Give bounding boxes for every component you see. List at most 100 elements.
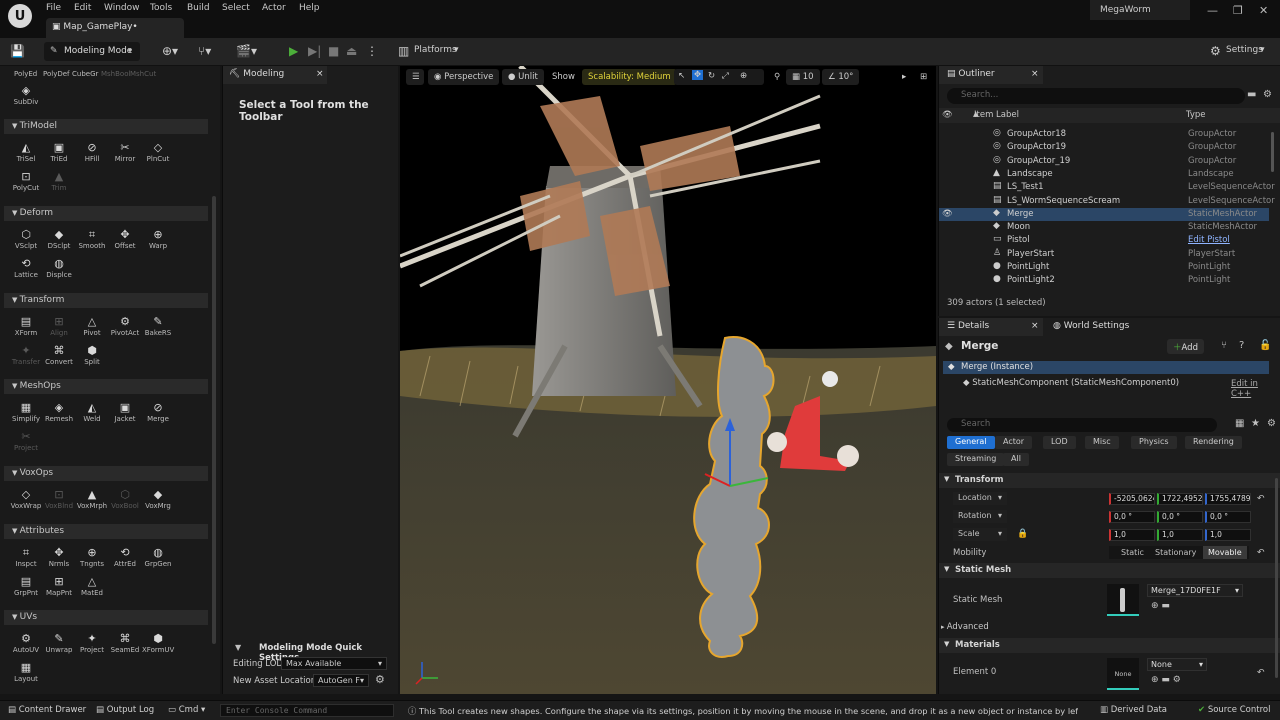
filter-general[interactable]: General bbox=[947, 436, 995, 449]
add-actor-icon[interactable]: ⊕▾ bbox=[162, 44, 178, 58]
scale-dropdown[interactable]: Scale ▾ bbox=[953, 528, 1007, 541]
mode-selector[interactable]: ✎ Modeling Mode ▾ bbox=[44, 42, 140, 61]
rotation-x-field[interactable]: 0,0 ° bbox=[1109, 511, 1155, 523]
menu-tools[interactable]: Tools bbox=[150, 3, 172, 15]
tool-button[interactable]: ⌘ Convert bbox=[43, 344, 75, 366]
chevron-right-icon[interactable]: ▸ bbox=[896, 69, 912, 85]
tab-outliner[interactable]: ▤ Outliner × bbox=[939, 66, 1043, 84]
category-deform[interactable]: ▼ Deform bbox=[4, 206, 208, 221]
asset-location-select[interactable]: AutoGen F ▾ bbox=[313, 674, 369, 687]
category-attributes[interactable]: ▼ Attributes bbox=[4, 524, 208, 539]
outliner-row[interactable]: 👁 ◆ Merge StaticMeshActor bbox=[939, 207, 1269, 221]
show-button[interactable]: Show bbox=[546, 69, 581, 85]
cmd-dropdown[interactable]: ▭ Cmd ▾ bbox=[168, 705, 205, 715]
tool-button[interactable]: CubeGr bbox=[72, 70, 98, 78]
category-transform[interactable]: ▼ Transform bbox=[4, 293, 208, 308]
settings-button[interactable]: Settings bbox=[1226, 45, 1263, 55]
menu-build[interactable]: Build bbox=[187, 3, 210, 15]
stop-icon[interactable]: ■ bbox=[328, 44, 339, 58]
column-type[interactable]: Type bbox=[1186, 110, 1206, 120]
tool-button[interactable]: ⚙ AutoUV bbox=[10, 632, 42, 654]
tool-button[interactable]: ▲ VoxMrph bbox=[76, 488, 108, 510]
reset-icon[interactable]: ↶ bbox=[1257, 548, 1265, 558]
surface-snap-icon[interactable]: ⚲ bbox=[768, 69, 786, 85]
console-input[interactable]: Enter Console Command bbox=[220, 704, 394, 717]
outliner-row[interactable]: ♙ PlayerStart PlayerStart bbox=[939, 248, 1269, 261]
tool-button[interactable]: ⊕ Warp bbox=[142, 228, 174, 250]
tool-button[interactable]: ⬢ Split bbox=[76, 344, 108, 366]
more-options-icon[interactable]: ⋮ bbox=[366, 44, 378, 58]
filter-misc[interactable]: Misc bbox=[1085, 436, 1119, 449]
outliner-row[interactable]: ▭ Pistol Edit Pistol bbox=[939, 234, 1269, 247]
step-icon[interactable]: ▶| bbox=[308, 44, 321, 58]
rotation-z-field[interactable]: 0,0 ° bbox=[1205, 511, 1251, 523]
tool-button[interactable]: ⟲ Lattice bbox=[10, 257, 42, 279]
column-item-label[interactable]: Item Label bbox=[974, 110, 1019, 120]
outliner-row[interactable]: ◎ GroupActor19 GroupActor bbox=[939, 141, 1269, 154]
browse-icon[interactable]: ⊕ ▬ ⚙ bbox=[1151, 675, 1181, 685]
mobility-static[interactable]: Static bbox=[1121, 548, 1144, 557]
location-y-field[interactable]: 1722,49525 bbox=[1157, 493, 1203, 505]
filter-actor[interactable]: Actor bbox=[995, 436, 1033, 449]
reset-icon[interactable]: ↶ bbox=[1257, 494, 1265, 504]
outliner-row[interactable]: ▤ LS_WormSequenceScream LevelSequenceActor bbox=[939, 195, 1275, 208]
category-trimodel[interactable]: ▼ TriModel bbox=[4, 119, 208, 134]
tool-button[interactable]: ⊘ Merge bbox=[142, 401, 174, 423]
material-thumbnail[interactable]: None bbox=[1107, 658, 1139, 690]
outliner-row[interactable]: ◎ GroupActor_19 GroupActor bbox=[939, 155, 1269, 168]
tool-button[interactable]: ⬡ VoxBool bbox=[109, 488, 141, 510]
tool-button[interactable]: ◈ Remesh bbox=[43, 401, 75, 423]
location-z-field[interactable]: 1755,47894 bbox=[1205, 493, 1251, 505]
menu-select[interactable]: Select bbox=[222, 3, 250, 15]
tool-button[interactable]: ▦ Simplify bbox=[10, 401, 42, 423]
play-icon[interactable]: ▶ bbox=[289, 44, 298, 58]
output-log-button[interactable]: ▤ Output Log bbox=[96, 705, 154, 715]
tool-button[interactable]: △ Pivot bbox=[76, 315, 108, 337]
rotation-dropdown[interactable]: Rotation ▾ bbox=[953, 510, 1007, 523]
outliner-row[interactable]: ▤ LS_Test1 LevelSequenceActor bbox=[939, 181, 1275, 194]
source-control-button[interactable]: ✔ Source Control bbox=[1198, 705, 1270, 715]
tool-button[interactable]: ⌗ Inspct bbox=[10, 546, 42, 568]
tool-button[interactable]: ◇ VoxWrap bbox=[10, 488, 42, 510]
content-drawer-button[interactable]: ▤ Content Drawer bbox=[8, 705, 86, 715]
editing-lod-select[interactable]: Max Available ▾ bbox=[281, 657, 387, 670]
outliner-row[interactable]: ● PointLight2 PointLight bbox=[939, 274, 1269, 287]
tool-button[interactable]: ⬡ VSclpt bbox=[10, 228, 42, 250]
tab-modeling[interactable]: ⛏ Modeling × bbox=[223, 66, 327, 84]
rotate-icon[interactable]: ↻ bbox=[708, 71, 715, 81]
tool-button[interactable]: ▦ Layout bbox=[10, 661, 42, 683]
minimize-icon[interactable]: — bbox=[1207, 4, 1218, 17]
mobility-movable[interactable]: Movable bbox=[1203, 546, 1247, 559]
tool-button[interactable]: ⌘ SeamEd bbox=[109, 632, 141, 654]
static-mesh-select[interactable]: Merge_17D0FE1F ▾ bbox=[1147, 584, 1243, 597]
tool-button[interactable]: ⊞ MapPnt bbox=[43, 575, 75, 597]
menu-actor[interactable]: Actor bbox=[262, 3, 286, 15]
gear-icon[interactable]: ⚙ bbox=[1263, 89, 1272, 100]
eject-icon[interactable]: ⏏ bbox=[346, 44, 357, 58]
tool-button[interactable]: PolyEd bbox=[14, 70, 37, 78]
tool-button[interactable]: ✎ BakeRS bbox=[142, 315, 174, 337]
details-scrollbar[interactable] bbox=[1275, 478, 1278, 678]
maximize-icon[interactable]: ❐ bbox=[1233, 4, 1243, 17]
tool-button[interactable]: ⊡ PolyCut bbox=[10, 170, 42, 192]
outliner-row[interactable]: ◆ Moon StaticMeshActor bbox=[939, 221, 1269, 234]
filter-streaming[interactable]: Streaming bbox=[947, 453, 1005, 466]
reset-icon[interactable]: ↶ bbox=[1257, 668, 1265, 678]
menu-file[interactable]: File bbox=[46, 3, 61, 15]
tool-button[interactable]: ◭ TriSel bbox=[10, 141, 42, 163]
world-icon[interactable]: ⊕ bbox=[740, 71, 747, 81]
lock-icon[interactable]: 🔒 bbox=[1017, 529, 1028, 539]
tool-button[interactable]: ◆ DSclpt bbox=[43, 228, 75, 250]
tool-button[interactable]: MshBool bbox=[101, 70, 130, 78]
material-select[interactable]: None ▾ bbox=[1147, 658, 1207, 671]
tool-button[interactable]: ◭ Weld bbox=[76, 401, 108, 423]
mobility-stationary[interactable]: Stationary bbox=[1155, 548, 1196, 557]
tool-button[interactable]: ◍ Displce bbox=[43, 257, 75, 279]
map-tab[interactable]: ▣ Map_GamePlay• bbox=[46, 18, 184, 38]
platforms-button[interactable]: Platforms bbox=[414, 45, 457, 55]
tool-button[interactable]: ✦ Project bbox=[76, 632, 108, 654]
outliner-scrollbar[interactable] bbox=[1271, 132, 1274, 172]
tool-button[interactable]: ▲ Trim bbox=[43, 170, 75, 192]
viewport-menu-icon[interactable]: ☰ bbox=[406, 69, 424, 85]
location-x-field[interactable]: -5205,0624 bbox=[1109, 493, 1155, 505]
